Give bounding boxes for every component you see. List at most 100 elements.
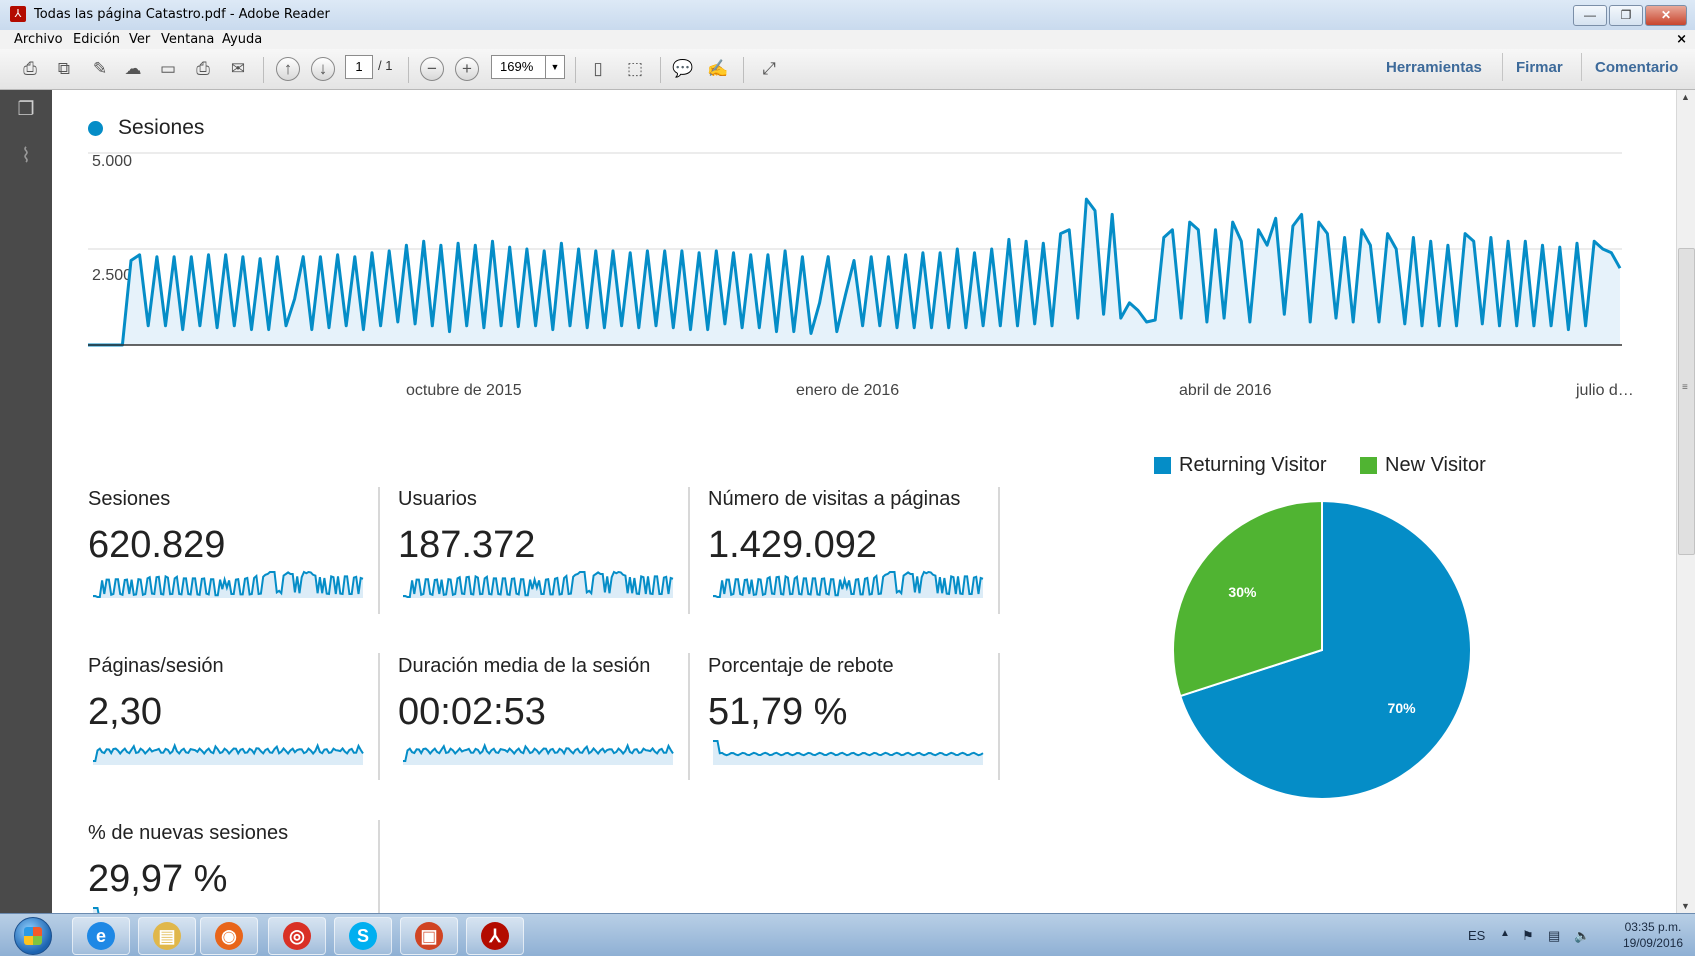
page-number-input[interactable]: 1	[345, 55, 373, 79]
metric-label: Páginas/sesión	[88, 655, 224, 677]
internet-explorer-icon: e	[87, 922, 115, 950]
full-screen-icon[interactable]: ⤢	[757, 57, 781, 81]
adobe-reader-icon: ⅄	[481, 922, 509, 950]
legend-swatch	[1360, 457, 1377, 474]
metric-value: 620.829	[88, 524, 226, 566]
next-page-icon[interactable]: ↓	[311, 57, 335, 81]
taskbar-internet-explorer-button[interactable]: e	[72, 917, 130, 955]
previous-page-icon[interactable]: ↑	[276, 57, 300, 81]
scroll-up-icon[interactable]: ▲	[1681, 92, 1690, 102]
email-icon[interactable]: ✉	[226, 57, 250, 81]
taskbar-skype-button[interactable]: S	[334, 917, 392, 955]
x-tick-label: abril de 2016	[1179, 382, 1272, 399]
metric-label: Duración media de la sesión	[398, 655, 651, 677]
legend-swatch	[1154, 457, 1171, 474]
x-tick-label: enero de 2016	[796, 382, 900, 399]
comment-icon[interactable]: 💬	[671, 57, 695, 81]
menu-ayuda[interactable]: Ayuda	[222, 32, 262, 47]
close-document-icon[interactable]: ×	[1676, 32, 1687, 47]
metric-label: Sesiones	[88, 488, 171, 510]
navigation-panel: ❐ ⌇	[0, 90, 52, 913]
page-thumbnails-icon[interactable]: ❐	[17, 99, 35, 121]
window-title: Todas las página Catastro.pdf - Adobe Re…	[34, 7, 330, 22]
metric-sparkline	[93, 570, 364, 598]
metric-label: Usuarios	[398, 488, 477, 510]
visitor-type-pie-chart: 70% 30%	[1172, 500, 1472, 800]
file-explorer-icon: ▤	[153, 922, 181, 950]
print-icon[interactable]: ⎙	[191, 57, 215, 81]
volume-icon[interactable]: 🔈	[1574, 928, 1590, 944]
metric-sparkline	[403, 742, 674, 765]
x-tick-label: julio d…	[1576, 382, 1634, 399]
metric-tile: % de nuevas sesiones 29,97 %	[88, 822, 378, 913]
menu-ver[interactable]: Ver	[129, 32, 150, 47]
show-hidden-icons-icon[interactable]: ▲	[1500, 928, 1510, 939]
fit-page-icon[interactable]: ▯	[586, 57, 610, 81]
create-pdf-icon[interactable]: ⎙	[18, 57, 42, 81]
document-page: Sesiones 5.000 2.500 octubre de 2015 ene…	[52, 90, 1677, 913]
chevron-down-icon[interactable]: ▼	[545, 56, 564, 78]
metric-tile: Usuarios 187.372	[398, 488, 688, 618]
save-icon[interactable]: ▭	[156, 57, 180, 81]
minimize-button[interactable]: —	[1573, 5, 1607, 26]
start-button[interactable]	[14, 917, 52, 955]
pie-legend-new: New Visitor	[1360, 454, 1486, 477]
metric-label: Porcentaje de rebote	[708, 655, 894, 677]
taskbar-firefox-button[interactable]: ◉	[200, 917, 258, 955]
network-icon[interactable]: ▤	[1548, 928, 1560, 944]
close-button[interactable]: ✕	[1645, 5, 1687, 26]
pie-legend-returning: Returning Visitor	[1154, 454, 1326, 477]
metric-value: 187.372	[398, 524, 536, 566]
taskbar-file-explorer-button[interactable]: ▤	[138, 917, 196, 955]
metric-value: 00:02:53	[398, 691, 546, 733]
vertical-scrollbar[interactable]: ▲ ≡ ▼	[1676, 90, 1695, 913]
metric-sparkline	[93, 742, 364, 765]
scroll-down-icon[interactable]: ▼	[1681, 901, 1690, 911]
comment-link[interactable]: Comentario	[1595, 59, 1678, 76]
sessions-line-chart	[88, 152, 1622, 347]
firefox-icon: ◉	[215, 922, 243, 950]
metric-tile: Sesiones 620.829	[88, 488, 378, 618]
attachments-icon[interactable]: ⌇	[17, 145, 35, 167]
scrollbar-thumb[interactable]	[1678, 248, 1695, 555]
highlight-icon[interactable]: ✍	[706, 57, 730, 81]
menu-archivo[interactable]: Archivo	[14, 32, 63, 47]
metric-value: 1.429.092	[708, 524, 878, 566]
menu-ventana[interactable]: Ventana	[161, 32, 214, 47]
zoom-value: 169%	[500, 59, 534, 74]
action-center-icon[interactable]: ⚑	[1522, 928, 1534, 944]
taskbar-adobe-reader-button[interactable]: ⅄	[466, 917, 524, 955]
metric-label: Número de visitas a páginas	[708, 488, 961, 510]
taskbar-chrome-button[interactable]: ◎	[268, 917, 326, 955]
metric-tile: Porcentaje de rebote 51,79 %	[708, 655, 998, 785]
zoom-select[interactable]: 169% ▼	[491, 55, 565, 79]
title-bar: ⅄ Todas las página Catastro.pdf - Adobe …	[0, 0, 1695, 31]
metric-value: 51,79 %	[708, 691, 848, 733]
x-tick-label: octubre de 2015	[406, 382, 522, 399]
combine-files-icon[interactable]: ⧉	[52, 57, 76, 81]
metric-sparkline	[713, 570, 984, 598]
pie-slice-label: 30%	[1228, 584, 1257, 600]
zoom-in-icon[interactable]: +	[455, 57, 479, 81]
skype-icon: S	[349, 922, 377, 950]
edit-document-icon[interactable]: ✎	[88, 57, 112, 81]
menu-edicion[interactable]: Edición	[73, 32, 120, 47]
page-total: / 1	[378, 58, 393, 73]
maximize-button[interactable]: ❐	[1609, 5, 1643, 26]
powerpoint-icon: ▣	[415, 922, 443, 950]
pie-slice-label: 70%	[1388, 700, 1417, 716]
metric-sparkline	[713, 740, 984, 765]
upload-cloud-icon[interactable]: ☁	[121, 57, 145, 81]
tools-link[interactable]: Herramientas	[1386, 59, 1482, 76]
metric-tile: Número de visitas a páginas 1.429.092	[708, 488, 998, 618]
language-indicator[interactable]: ES	[1468, 928, 1485, 943]
legend-label: Sesiones	[118, 116, 205, 139]
zoom-out-icon[interactable]: −	[420, 57, 444, 81]
taskbar-powerpoint-button[interactable]: ▣	[400, 917, 458, 955]
fit-width-icon[interactable]: ⬚	[623, 57, 647, 81]
clock[interactable]: 03:35 p.m. 19/09/2016	[1623, 919, 1683, 951]
metric-value: 2,30	[88, 691, 162, 733]
sign-link[interactable]: Firmar	[1516, 59, 1563, 76]
metric-value: 29,97 %	[88, 858, 228, 900]
metric-sparkline	[93, 907, 100, 913]
